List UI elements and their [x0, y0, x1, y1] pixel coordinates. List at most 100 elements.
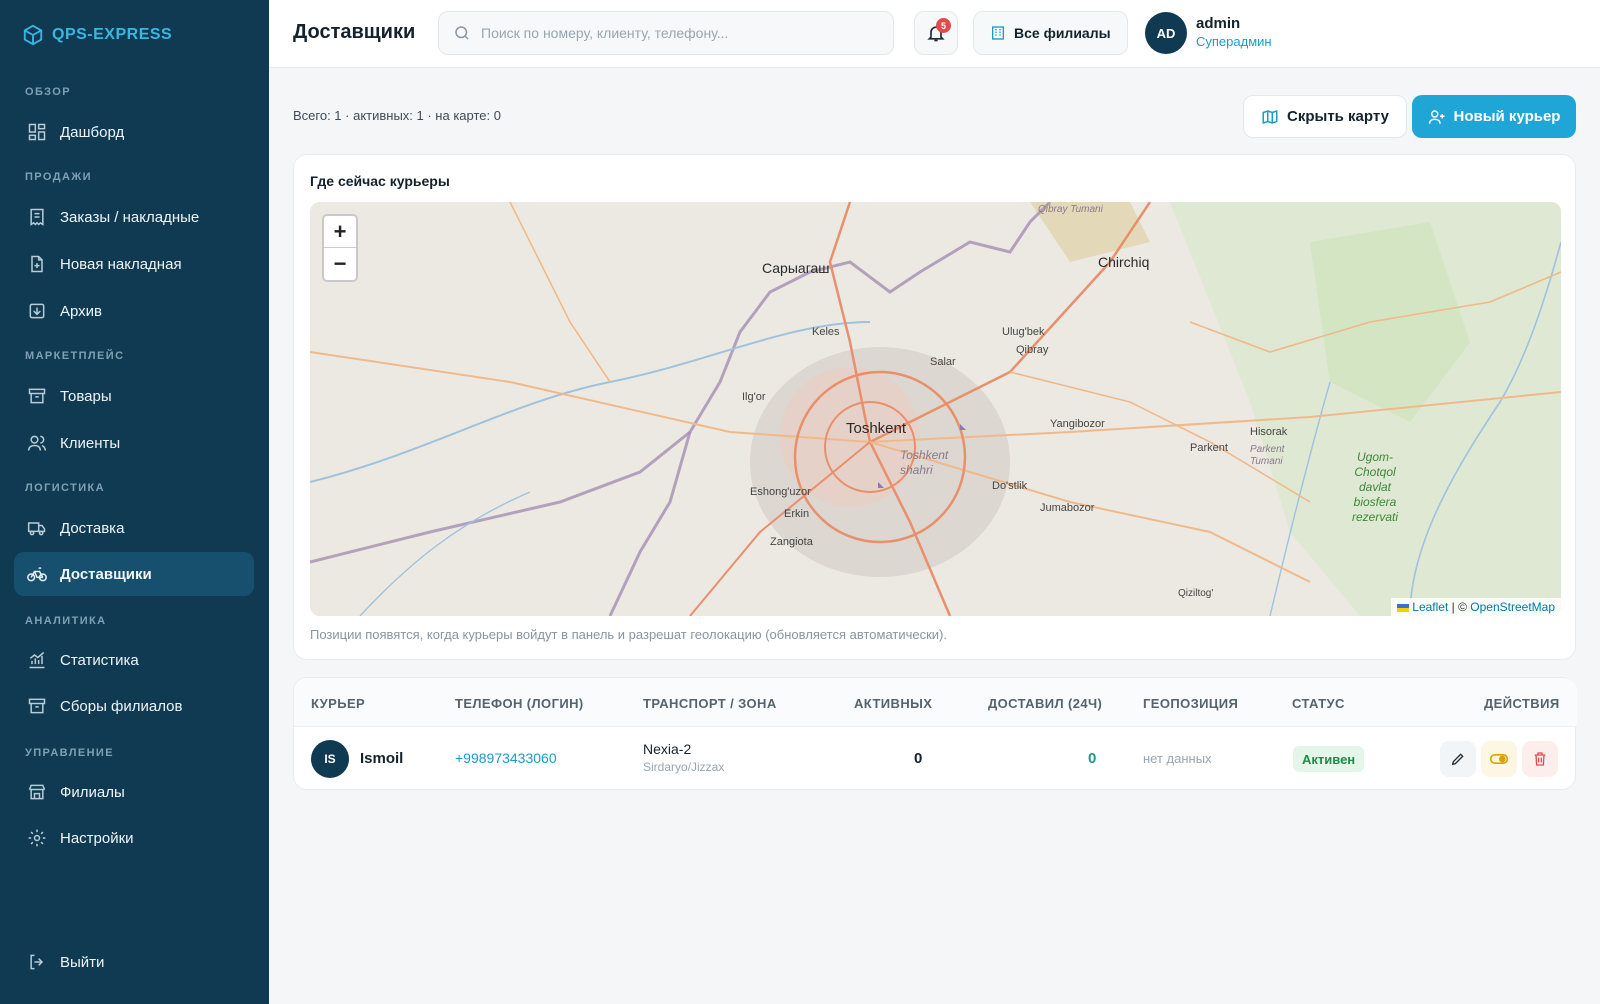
- sidebar-item-statistics[interactable]: Статистика: [14, 638, 254, 682]
- attribution-separator: | ©: [1451, 600, 1467, 614]
- section-label-sales: ПРОДАЖИ: [25, 171, 92, 183]
- map-label-yangibozor: Yangibozor: [1050, 418, 1105, 430]
- cube-logo-icon: [23, 24, 43, 46]
- new-courier-button[interactable]: Новый курьер: [1412, 95, 1576, 138]
- osm-link[interactable]: OpenStreetMap: [1470, 600, 1555, 614]
- ukraine-flag-icon: [1396, 603, 1409, 612]
- leaflet-link[interactable]: Leaflet: [1412, 600, 1448, 614]
- map-zoom-control: + −: [322, 214, 358, 282]
- map-label-ulugbek: Ulug'bek: [1002, 326, 1045, 338]
- sidebar-item-couriers[interactable]: Доставщики: [14, 552, 254, 596]
- courier-map[interactable]: Qibray Tumani Сарыагаш Chirchiq Keles Ul…: [310, 202, 1561, 616]
- sidebar-item-branch-fees[interactable]: Сборы филиалов: [14, 684, 254, 728]
- column-header-phone: ТЕЛЕФОН (ЛОГИН): [455, 696, 584, 711]
- sidebar-item-label: Сборы филиалов: [60, 697, 183, 715]
- map-label-eshonguzor: Eshong'uzor: [750, 486, 811, 498]
- map-card: Где сейчас курьеры Qibray Tumani Сарыага…: [293, 154, 1576, 660]
- sidebar-item-products[interactable]: Товары: [14, 374, 254, 418]
- sidebar-item-label: Филиалы: [60, 783, 125, 801]
- column-header-geo: ГЕОПОЗИЦИЯ: [1143, 696, 1239, 711]
- map-label-parkent-tumani: Parkent Tumani: [1250, 444, 1285, 467]
- map-label-hisorak: Hisorak: [1250, 426, 1288, 438]
- map-label-salar: Salar: [930, 356, 956, 368]
- sidebar-item-branches[interactable]: Филиалы: [14, 770, 254, 814]
- search-box[interactable]: [438, 11, 894, 55]
- map-label-ugom: Ugom-Chotqol davlat biosfera rezervati: [1351, 450, 1398, 524]
- box-icon: [28, 388, 46, 404]
- map-label-ilgor: Ilg'or: [742, 391, 766, 403]
- hide-map-button[interactable]: Скрыть карту: [1243, 95, 1407, 138]
- sidebar-item-label: Доставщики: [60, 565, 152, 583]
- column-header-transport: ТРАНСПОРТ / ЗОНА: [643, 696, 777, 711]
- map-label-zangiota: Zangiota: [770, 536, 813, 548]
- pencil-icon: [1451, 753, 1464, 766]
- map-label-qibray-tumani: Qibray Tumani: [1038, 204, 1103, 215]
- courier-avatar: IS: [311, 740, 349, 778]
- search-input[interactable]: [481, 25, 881, 41]
- trash-icon: [1534, 752, 1546, 766]
- map-label-toshkent-shahri: Toshkent shahri: [900, 448, 949, 477]
- delete-courier-button[interactable]: [1522, 741, 1558, 777]
- sidebar-item-label: Настройки: [60, 829, 134, 847]
- sidebar-item-label: Архив: [60, 302, 103, 320]
- map-label-qiziltog: Qiziltog': [1178, 588, 1214, 599]
- zoom-out-button[interactable]: −: [324, 248, 356, 280]
- courier-name: Ismoil: [360, 750, 404, 767]
- column-header-actions: ДЕЙСТВИЯ: [1484, 696, 1560, 711]
- sidebar-item-dashboard[interactable]: Дашборд: [14, 110, 254, 154]
- table-header-divider: [294, 726, 1577, 727]
- edit-courier-button[interactable]: [1440, 741, 1476, 777]
- courier-totals: Всего: 1 · активных: 1 · на карте: 0: [293, 108, 501, 123]
- column-header-delivered: ДОСТАВИЛ (24Ч): [988, 696, 1103, 711]
- chart-icon: [29, 651, 45, 669]
- users-icon: [27, 435, 47, 451]
- courier-delivered-count: 0: [1088, 750, 1097, 767]
- bike-icon: [27, 567, 47, 582]
- sidebar: QPS-EXPRESS ОБЗОР Дашборд ПРОДАЖИ Заказы…: [0, 0, 269, 1004]
- logout-button[interactable]: Выйти: [14, 940, 254, 984]
- toggle-courier-button[interactable]: [1481, 741, 1517, 777]
- section-label-management: УПРАВЛЕНИЕ: [25, 747, 114, 759]
- courier-transport: Nexia-2: [643, 741, 692, 757]
- map-label-chirchiq: Chirchiq: [1098, 254, 1150, 270]
- sidebar-item-delivery[interactable]: Доставка: [14, 506, 254, 550]
- sidebar-item-settings[interactable]: Настройки: [14, 816, 254, 860]
- section-label-marketplace: МАРКЕТПЛЕЙС: [25, 350, 125, 362]
- notifications-button[interactable]: 5: [914, 11, 958, 55]
- zoom-in-button[interactable]: +: [324, 216, 356, 248]
- branches-label: Все филиалы: [1014, 25, 1111, 41]
- dashboard-icon: [28, 123, 46, 141]
- new-courier-label: Новый курьер: [1453, 108, 1561, 125]
- building-icon: [992, 26, 1004, 40]
- map-tiles: [310, 202, 1561, 616]
- map-card-title: Где сейчас курьеры: [310, 173, 450, 189]
- branches-selector[interactable]: Все филиалы: [973, 11, 1128, 55]
- top-header: Доставщики 5 Все филиалы AD admin Супера…: [269, 0, 1600, 68]
- sidebar-item-label: Заказы / накладные: [60, 208, 200, 226]
- logo[interactable]: QPS-EXPRESS: [22, 24, 172, 46]
- sidebar-item-new-invoice[interactable]: Новая накладная: [14, 242, 254, 286]
- section-label-logistics: ЛОГИСТИКА: [25, 482, 105, 494]
- status-badge: Активен: [1293, 746, 1365, 772]
- sidebar-item-orders[interactable]: Заказы / накладные: [14, 195, 254, 239]
- sidebar-item-label: Дашборд: [60, 123, 125, 141]
- logout-icon: [30, 954, 44, 970]
- notifications-badge: 5: [936, 18, 951, 33]
- sidebar-item-label: Доставка: [60, 519, 125, 537]
- map-icon: [1262, 109, 1278, 124]
- map-label-parkent: Parkent: [1190, 442, 1228, 454]
- gear-icon: [28, 829, 46, 847]
- truck-icon: [27, 522, 46, 536]
- sidebar-item-archive[interactable]: Архив: [14, 289, 254, 333]
- logout-label: Выйти: [60, 953, 105, 971]
- section-label-overview: ОБЗОР: [25, 86, 71, 98]
- map-attribution: Leaflet | © OpenStreetMap: [1390, 598, 1561, 616]
- courier-phone-link[interactable]: +998973433060: [455, 750, 557, 766]
- receipt-icon: [30, 208, 44, 226]
- column-header-active: АКТИВНЫХ: [854, 696, 933, 711]
- map-label-erkin: Erkin: [784, 508, 810, 520]
- sidebar-item-clients[interactable]: Клиенты: [14, 421, 254, 465]
- map-note: Позиции появятся, когда курьеры войдут в…: [310, 627, 947, 642]
- avatar[interactable]: AD: [1145, 12, 1187, 54]
- page-title: Доставщики: [293, 21, 416, 43]
